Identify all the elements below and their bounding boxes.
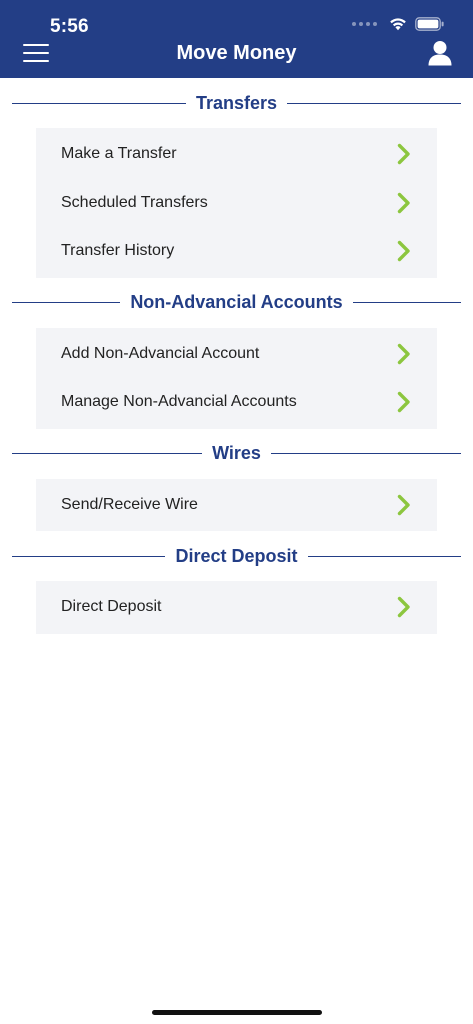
divider-line — [287, 102, 462, 104]
cellular-signal-icon — [352, 22, 377, 26]
menu-card-transfers: Make a Transfer Scheduled Transfers Transf… — [36, 128, 437, 278]
menu-item-label: Scheduled Transfers — [61, 193, 208, 211]
menu-item-label: Make a Transfer — [61, 145, 177, 163]
menu-item-send-receive-wire[interactable]: Send/Receive Wire — [36, 481, 437, 530]
menu-item-transfer-history[interactable]: Transfer History — [36, 227, 437, 276]
status-icons — [352, 17, 445, 31]
section-title: Transfers — [195, 92, 278, 113]
app-header: 5:56 Move Money — [0, 0, 473, 78]
divider-line — [12, 555, 166, 557]
page-title: Move Money — [176, 42, 297, 64]
section-heading-non-advancial-accounts: Non-Advancial Accounts — [12, 278, 461, 328]
chevron-right-icon — [397, 343, 410, 364]
menu-item-label: Transfer History — [61, 242, 175, 260]
section-title: Non-Advancial Accounts — [130, 292, 343, 312]
divider-line — [352, 302, 461, 303]
menu-card-non-advancial-accounts: Add Non-Advancial Account Manage Non-Adva… — [36, 327, 437, 429]
chevron-right-icon — [397, 392, 410, 413]
divider-line — [12, 102, 186, 104]
divider-line — [270, 453, 462, 454]
chevron-right-icon — [397, 494, 410, 515]
chevron-right-icon — [397, 144, 410, 165]
menu-item-label: Manage Non-Advancial Accounts — [61, 393, 297, 411]
divider-line — [12, 453, 203, 454]
section-heading-transfers: Transfers — [12, 78, 462, 128]
section-heading-direct-deposit: Direct Deposit — [12, 531, 461, 581]
menu-card-wires: Send/Receive Wire — [36, 478, 437, 531]
section-title: Direct Deposit — [175, 545, 298, 566]
menu-item-make-a-transfer[interactable]: Make a Transfer — [36, 130, 437, 179]
home-indicator[interactable] — [152, 1010, 322, 1015]
menu-item-scheduled-transfers[interactable]: Scheduled Transfers — [36, 179, 437, 228]
menu-item-label: Send/Receive Wire — [61, 495, 198, 513]
chevron-right-icon — [397, 192, 410, 213]
user-profile-icon[interactable] — [427, 40, 453, 66]
chevron-right-icon — [397, 597, 410, 618]
divider-line — [12, 302, 121, 303]
status-time: 5:56 — [50, 16, 89, 37]
menu-card-direct-deposit: Direct Deposit — [36, 581, 437, 634]
move-money-screen: 5:56 Move Money Transfers Make a Transfe… — [0, 0, 473, 1024]
section-title: Wires — [212, 443, 261, 463]
battery-icon — [415, 17, 444, 31]
menu-content: Transfers Make a Transfer Scheduled Transf… — [0, 78, 473, 634]
menu-item-label: Direct Deposit — [61, 598, 162, 616]
menu-item-label: Add Non-Advancial Account — [61, 344, 260, 362]
menu-item-manage-non-advancial-accounts[interactable]: Manage Non-Advancial Accounts — [36, 378, 437, 427]
menu-item-add-non-advancial-account[interactable]: Add Non-Advancial Account — [36, 330, 437, 379]
divider-line — [307, 555, 461, 557]
menu-item-direct-deposit[interactable]: Direct Deposit — [36, 583, 437, 632]
chevron-right-icon — [397, 241, 410, 262]
wifi-icon — [390, 18, 406, 31]
section-heading-wires: Wires — [12, 429, 462, 479]
